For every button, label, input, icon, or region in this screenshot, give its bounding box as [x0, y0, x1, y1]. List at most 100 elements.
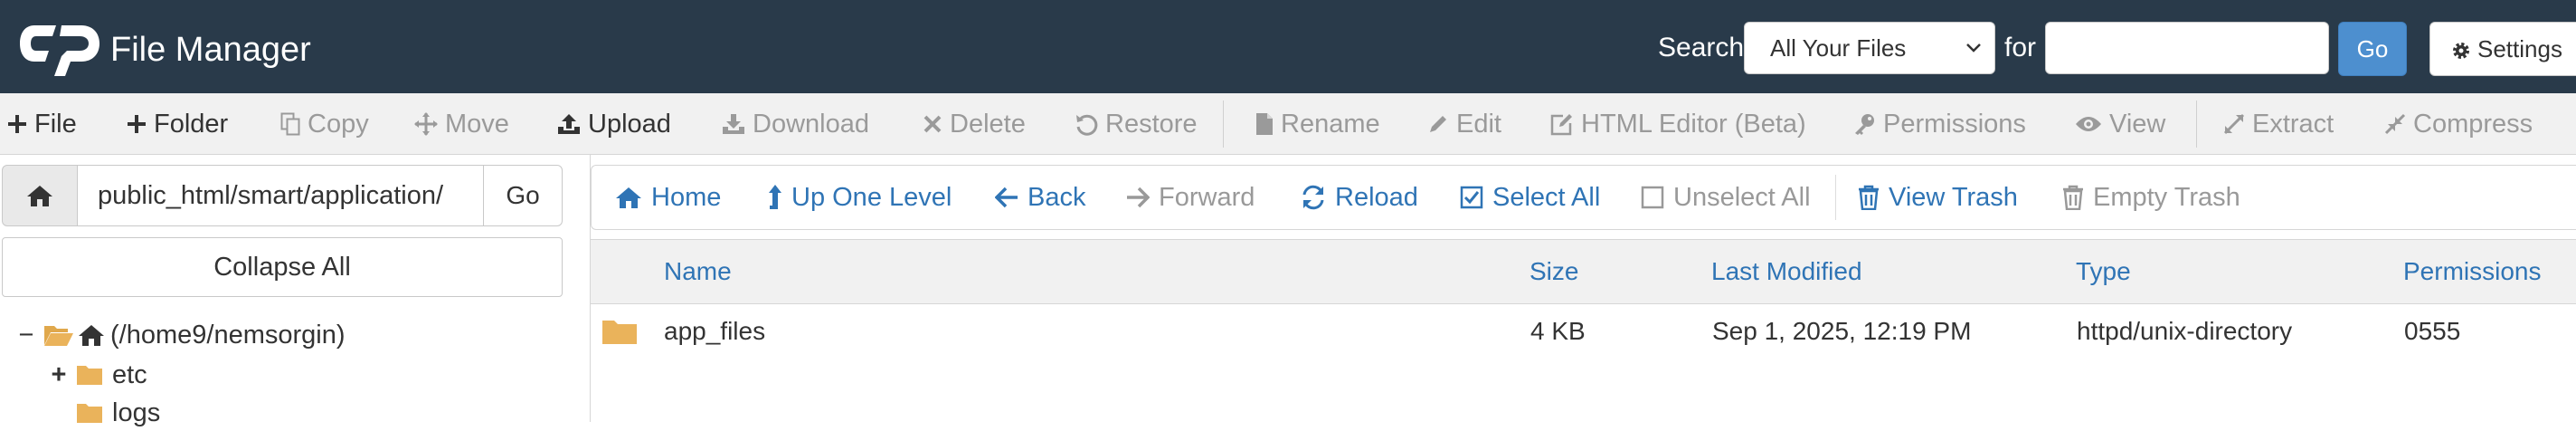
forward-button[interactable]: Forward — [1126, 166, 1255, 229]
path-home-button[interactable] — [2, 165, 78, 226]
path-input[interactable]: public_html/smart/application/ — [77, 165, 484, 226]
copy-label: Copy — [308, 109, 369, 139]
download-icon — [722, 112, 745, 136]
navigation-bar: Home Up One Level Back Forward Reload Se… — [591, 165, 2576, 230]
search-scope-select[interactable]: All Your Files — [1744, 22, 1995, 74]
file-table-header: Name Size Last Modified Type Permissions — [591, 239, 2576, 304]
chevron-down-icon — [1965, 43, 1982, 53]
column-size-header[interactable]: Size — [1530, 240, 1578, 303]
nav-home-label: Home — [651, 182, 722, 212]
permissions-label: Permissions — [1883, 109, 2026, 139]
back-label: Back — [1028, 182, 1086, 212]
upload-label: Upload — [588, 109, 671, 139]
rename-button[interactable]: Rename — [1255, 93, 1380, 155]
upload-button[interactable]: Upload — [557, 93, 671, 155]
search-input[interactable] — [2045, 22, 2329, 74]
tree-item-home[interactable]: − (/home9/nemsorgin) — [16, 317, 346, 353]
up-one-level-label: Up One Level — [791, 182, 952, 212]
reload-button[interactable]: Reload — [1301, 166, 1418, 229]
rename-label: Rename — [1281, 109, 1380, 139]
move-button[interactable]: Move — [414, 93, 509, 155]
tree-item-etc[interactable]: + etc — [49, 357, 147, 393]
search-go-button[interactable]: Go — [2338, 22, 2407, 76]
file-name-cell[interactable]: app_files — [664, 304, 765, 359]
tree-item-logs[interactable]: logs — [49, 395, 160, 431]
up-one-level-button[interactable]: Up One Level — [768, 166, 952, 229]
nav-home-button[interactable]: Home — [615, 166, 721, 229]
empty-trash-button[interactable]: Empty Trash — [2062, 166, 2240, 229]
compress-button[interactable]: Compress — [2384, 93, 2533, 155]
folder-icon — [601, 304, 638, 359]
delete-button[interactable]: Delete — [923, 93, 1026, 155]
folder-icon — [76, 364, 103, 386]
copy-icon — [280, 112, 300, 136]
app-title: File Manager — [110, 31, 311, 69]
compress-label: Compress — [2413, 109, 2533, 139]
upload-icon — [557, 112, 581, 136]
arrow-left-icon — [995, 187, 1018, 208]
column-permissions-header[interactable]: Permissions — [2403, 240, 2541, 303]
arrow-right-icon — [1126, 187, 1150, 208]
compress-icon — [2384, 113, 2406, 135]
select-all-button[interactable]: Select All — [1460, 166, 1600, 229]
tree-toggle-collapse[interactable]: − — [16, 321, 36, 350]
file-type-cell: httpd/unix-directory — [2077, 317, 2293, 345]
top-header: File Manager Search All Your Files for G… — [0, 0, 2576, 93]
new-folder-button[interactable]: Folder — [127, 93, 228, 155]
unselect-all-label: Unselect All — [1673, 182, 1811, 212]
table-row[interactable]: app_files 4 KB Sep 1, 2025, 12:19 PM htt… — [591, 304, 2576, 359]
column-last-modified-header[interactable]: Last Modified — [1711, 240, 1862, 303]
restore-button[interactable]: Restore — [1075, 93, 1198, 155]
delete-label: Delete — [950, 109, 1026, 139]
file-icon — [1255, 112, 1274, 136]
folder-icon — [76, 402, 103, 424]
extract-button[interactable]: Extract — [2223, 93, 2334, 155]
select-all-label: Select All — [1492, 182, 1601, 212]
eye-icon — [2075, 115, 2102, 133]
move-label: Move — [445, 109, 509, 139]
copy-button[interactable]: Copy — [280, 93, 369, 155]
html-editor-label: HTML Editor (Beta) — [1581, 109, 1806, 139]
nav-divider — [1835, 175, 1836, 220]
tree-item-label: (/home9/nemsorgin) — [110, 320, 346, 350]
edit-square-icon — [1550, 112, 1574, 136]
edit-button[interactable]: Edit — [1427, 93, 1501, 155]
unselect-all-button[interactable]: Unselect All — [1641, 166, 1811, 229]
collapse-all-button[interactable]: Collapse All — [2, 237, 563, 297]
action-toolbar: File Folder Copy Move Upload Download De… — [0, 93, 2576, 155]
file-permissions-cell: 0555 — [2404, 317, 2461, 345]
tree-item-label: logs — [112, 397, 161, 427]
settings-label: Settings — [2477, 35, 2562, 62]
pencil-icon — [1427, 113, 1449, 135]
view-trash-button[interactable]: View Trash — [1858, 166, 2018, 229]
download-label: Download — [753, 109, 869, 139]
empty-trash-label: Empty Trash — [2093, 182, 2240, 212]
plus-icon — [127, 114, 147, 134]
back-button[interactable]: Back — [995, 166, 1085, 229]
trash-icon — [2062, 185, 2084, 210]
view-trash-label: View Trash — [1889, 182, 2018, 212]
new-folder-label: Folder — [154, 109, 229, 139]
view-label: View — [2109, 109, 2166, 139]
tree-toggle-expand[interactable]: + — [49, 360, 69, 390]
empty-box-icon — [1641, 186, 1664, 209]
column-name-header[interactable]: Name — [664, 240, 732, 303]
home-icon — [615, 186, 642, 209]
level-up-icon — [768, 184, 782, 211]
html-editor-button[interactable]: HTML Editor (Beta) — [1550, 93, 1806, 155]
new-file-button[interactable]: File — [7, 93, 77, 155]
permissions-button[interactable]: Permissions — [1852, 93, 2026, 155]
tree-item-label: etc — [112, 359, 147, 389]
cpanel-logo-icon[interactable] — [18, 20, 101, 76]
download-button[interactable]: Download — [722, 93, 869, 155]
plus-icon — [7, 114, 27, 134]
new-file-label: File — [34, 109, 77, 139]
path-go-button[interactable]: Go — [483, 165, 563, 226]
search-scope-value: All Your Files — [1770, 34, 1907, 62]
undo-icon — [1075, 112, 1098, 136]
settings-button[interactable]: Settings — [2429, 22, 2576, 76]
expand-icon — [2223, 113, 2245, 135]
column-type-header[interactable]: Type — [2076, 240, 2131, 303]
view-button[interactable]: View — [2075, 93, 2165, 155]
file-size-cell: 4 KB — [1530, 317, 1586, 345]
